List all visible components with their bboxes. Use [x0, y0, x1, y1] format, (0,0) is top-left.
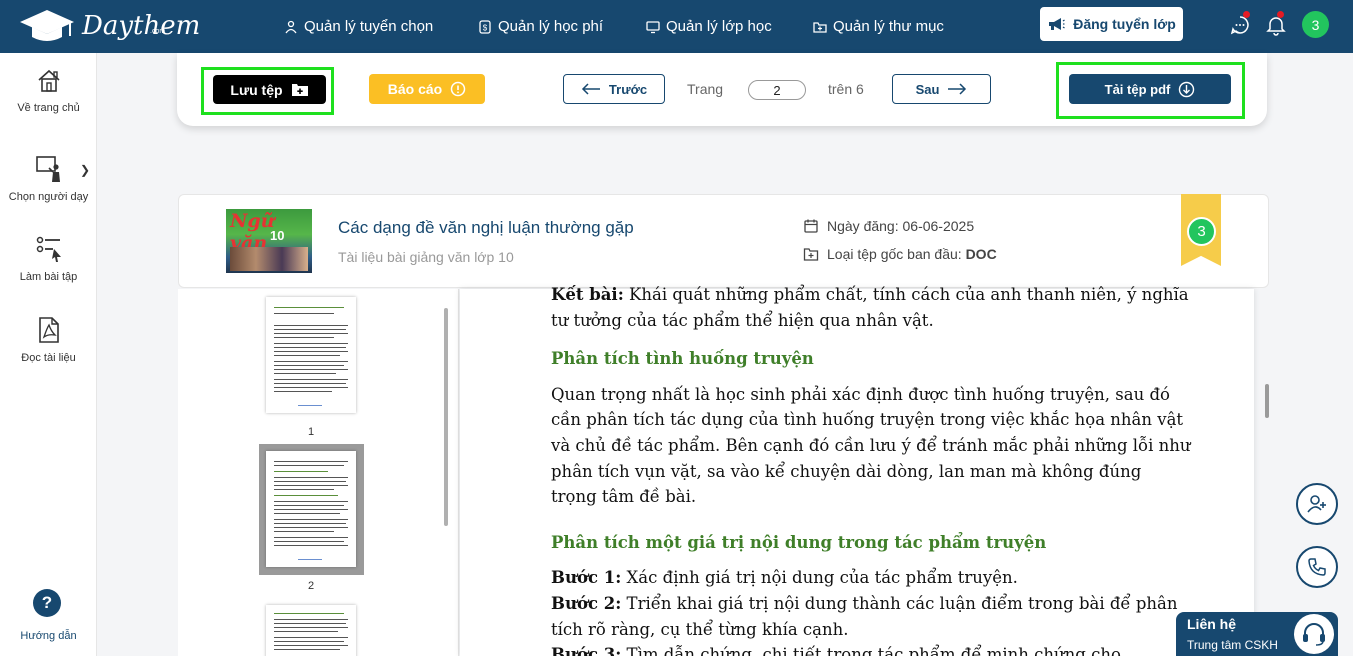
document-content: Kết bài: Khái quát những phẩm chất, tính… [551, 282, 1191, 656]
paragraph: Kết bài: Khái quát những phẩm chất, tính… [551, 282, 1191, 333]
step: Bước 3: Tìm dẫn chứng, chi tiết trong tá… [551, 642, 1191, 656]
cover-figures [230, 247, 308, 271]
nav-label: Quản lý lớp học [666, 18, 772, 35]
graduation-cap-icon [20, 10, 74, 41]
exercise-icon [36, 236, 61, 262]
user-avatar[interactable]: 3 [1302, 11, 1329, 38]
contact-title: Liên hệ [1187, 616, 1237, 632]
megaphone-icon [1049, 18, 1066, 30]
next-label: Sau [915, 81, 940, 97]
sidebar-item-exercise[interactable]: Làm bài tập [0, 235, 97, 283]
thumbnail-number: 2 [307, 580, 315, 592]
text: Khái quát những phẩm chất, tính cách của… [551, 285, 1189, 330]
logo[interactable]: Daythem [18, 6, 200, 46]
post-class-label: Đăng tuyển lớp [1073, 16, 1176, 32]
pdf-icon [38, 317, 59, 343]
add-contact-button[interactable] [1296, 483, 1338, 525]
section-heading: Phân tích tình huống truyện [551, 349, 814, 369]
download-pdf-button[interactable]: Tải tệp pdf [1069, 74, 1231, 104]
thumbnail-number: 1 [307, 426, 315, 438]
folder-add-icon [291, 84, 308, 96]
sidebar-label: Về trang chủ [17, 102, 80, 114]
bold-label: Bước 2: [551, 593, 622, 613]
document-cover: Ngữ văn 10 [226, 209, 312, 273]
thumbnail-scrollbar[interactable] [444, 308, 448, 526]
nav-folders[interactable]: Quản lý thư mục [813, 0, 944, 53]
report-label: Báo cáo [387, 81, 443, 97]
sidebar-label: Đọc tài liệu [21, 352, 76, 364]
save-file-button[interactable]: Lưu tệp [213, 75, 326, 104]
sidebar-item-documents[interactable]: Đọc tài liệu [0, 316, 97, 364]
monitor-icon [646, 20, 660, 33]
page-label: Trang [687, 81, 724, 97]
nav-classes[interactable]: Quản lý lớp học [646, 0, 772, 53]
text: Xác định giá trị nội dung của tác phẩm t… [621, 568, 1018, 588]
download-label: Tải tệp pdf [1104, 81, 1171, 97]
top-navbar: Daythem .com Quản lý tuyển chọn $ Quản l… [0, 0, 1353, 53]
bold-label: Bước 3: [551, 645, 622, 656]
page-thumbnail-3[interactable] [266, 605, 356, 656]
report-button[interactable]: Báo cáo [369, 74, 485, 104]
save-label: Lưu tệp [230, 81, 283, 98]
svg-text:$: $ [483, 23, 488, 32]
arrow-left-icon [581, 83, 600, 95]
phone-icon [1308, 558, 1326, 576]
previous-page-button[interactable]: Trước [563, 74, 665, 104]
help-icon[interactable]: ? [33, 589, 61, 617]
help-label[interactable]: Hướng dẫn [0, 630, 97, 642]
page-number-input[interactable] [748, 80, 806, 100]
section-heading: Phân tích một giá trị nội dung trong tác… [551, 532, 1047, 552]
phone-call-button[interactable] [1296, 546, 1338, 588]
teacher-icon [35, 156, 60, 182]
next-page-button[interactable]: Sau [892, 74, 991, 104]
alert-icon [450, 81, 466, 97]
nav-label: Quản lý thư mục [833, 18, 944, 35]
sidebar-item-home[interactable]: Về trang chủ [0, 68, 97, 114]
user-plus-icon [1307, 495, 1326, 513]
document-scrollbar[interactable] [1265, 384, 1269, 418]
chat-notification-dot [1243, 11, 1250, 18]
text: Tìm dẫn chứng, chi tiết trong tác phẩm đ… [621, 645, 1121, 656]
nav-tuition[interactable]: $ Quản lý học phí [478, 0, 603, 53]
cover-grade: 10 [270, 228, 285, 243]
home-icon [37, 69, 60, 92]
text: Triển khai giá trị nội dung thành các lu… [551, 593, 1178, 639]
nav-label: Quản lý học phí [498, 18, 604, 35]
logo-text: Daythem [82, 11, 201, 41]
users-icon [285, 20, 297, 33]
content-top-mask [460, 194, 1254, 289]
prev-label: Trước [608, 81, 648, 97]
contact-subtitle: Trung tâm CSKH [1187, 638, 1278, 652]
page-total: trên 6 [828, 81, 864, 97]
dollar-icon: $ [479, 19, 491, 34]
folder-icon [813, 21, 827, 33]
page-thumbnail-2[interactable] [266, 451, 356, 567]
nav-recruitment[interactable]: Quản lý tuyển chọn [284, 0, 433, 53]
post-class-button[interactable]: Đăng tuyển lớp [1040, 7, 1183, 41]
headset-icon [1294, 614, 1334, 654]
paragraph: Quan trọng nhất là học sinh phải xác địn… [551, 384, 1191, 507]
nav-label: Quản lý tuyển chọn [304, 18, 434, 35]
bell-icon[interactable] [1265, 14, 1287, 36]
chevron-right-icon[interactable]: ❯ [80, 163, 90, 177]
bell-notification-dot [1277, 11, 1284, 18]
step: Bước 2: Triển khai giá trị nội dung thàn… [551, 591, 1191, 642]
page-thumbnail-1[interactable] [266, 297, 356, 413]
sidebar: Về trang chủ Chọn người dạy ❯ Làm bài tậ… [0, 53, 97, 656]
logo-sub: .com [150, 28, 166, 35]
sidebar-label: Chọn người dạy [8, 191, 89, 203]
arrow-right-icon [948, 83, 967, 95]
download-icon [1179, 81, 1195, 97]
contact-support-widget[interactable]: Liên hệ Trung tâm CSKH [1176, 612, 1338, 656]
bold-label: Bước 1: [551, 568, 622, 588]
sidebar-label: Làm bài tập [19, 271, 78, 283]
step: Bước 1: Xác định giá trị nội dung của tá… [551, 565, 1191, 591]
